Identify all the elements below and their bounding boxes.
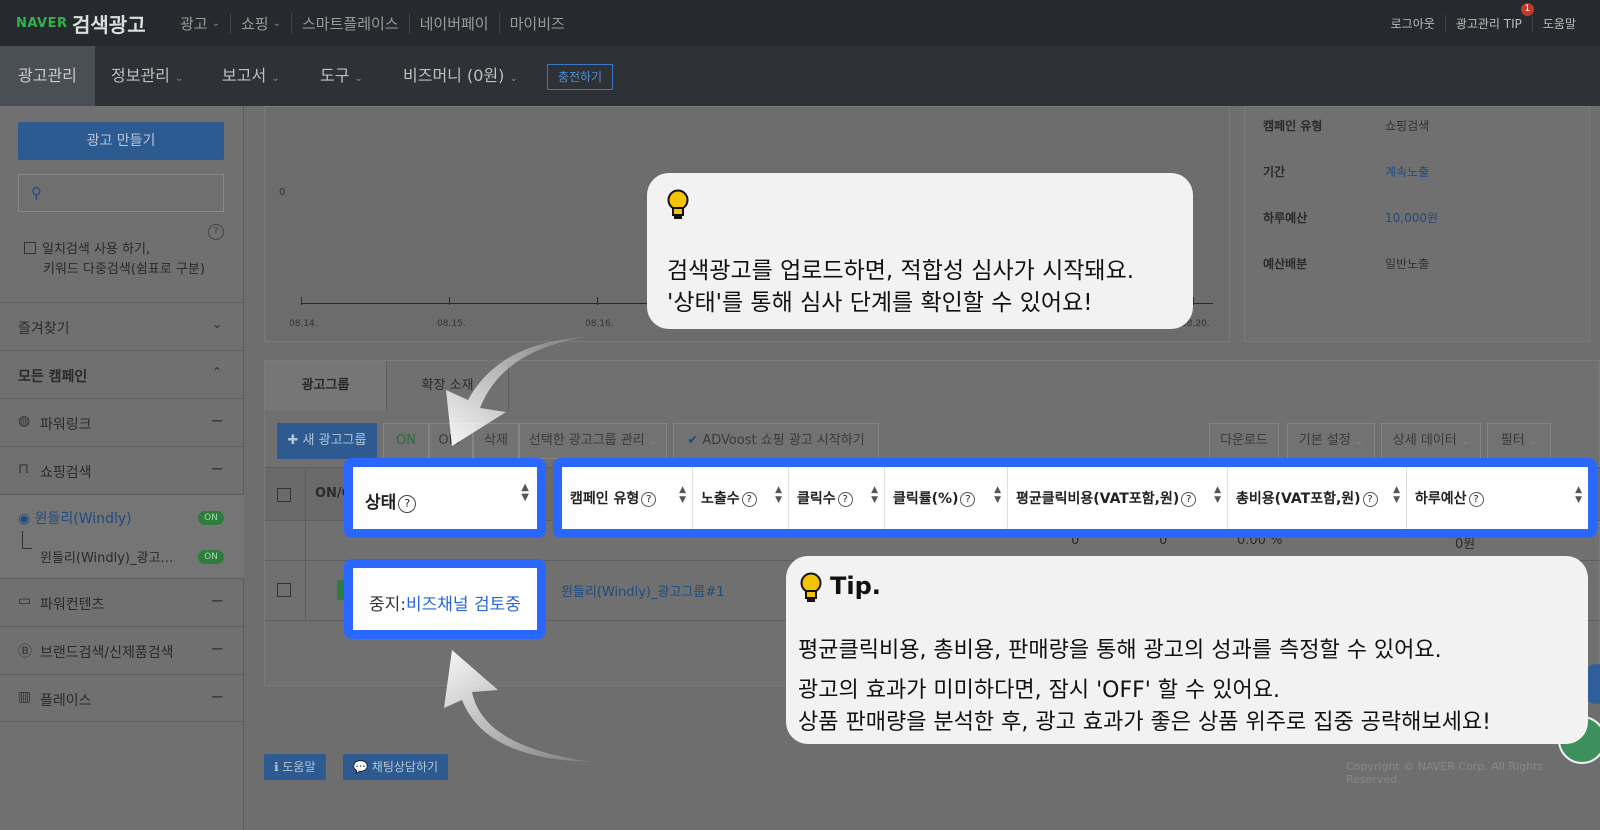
callout-text-line: '상태'를 통해 심사 단계를 확인할 수 있어요! [667, 290, 1093, 316]
callout-text-line: 평균클릭비용, 총비용, 판매량을 통해 광고의 성과를 측정할 수 있어요. [798, 638, 1442, 663]
arrow-to-status-value [444, 650, 592, 762]
arrow-to-status-header [446, 337, 588, 446]
callout-text-line: 상품 판매량을 분석한 후, 광고 효과가 좋은 상품 위주로 집중 공략해보세… [798, 710, 1491, 735]
callout-text-line: 검색광고를 업로드하면, 적합성 심사가 시작돼요. [667, 258, 1135, 284]
tip-title: Tip. [830, 572, 881, 600]
status-tip-callout: 검색광고를 업로드하면, 적합성 심사가 시작돼요. '상태'를 통해 심사 단… [647, 173, 1193, 329]
performance-tip-callout: Tip. 평균클릭비용, 총비용, 판매량을 통해 광고의 성과를 측정할 수 … [786, 556, 1588, 744]
lightbulb-icon [667, 189, 689, 219]
lightbulb-icon [800, 572, 822, 602]
callout-text-line: 광고의 효과가 미미하다면, 잠시 'OFF' 할 수 있어요. [798, 678, 1280, 703]
